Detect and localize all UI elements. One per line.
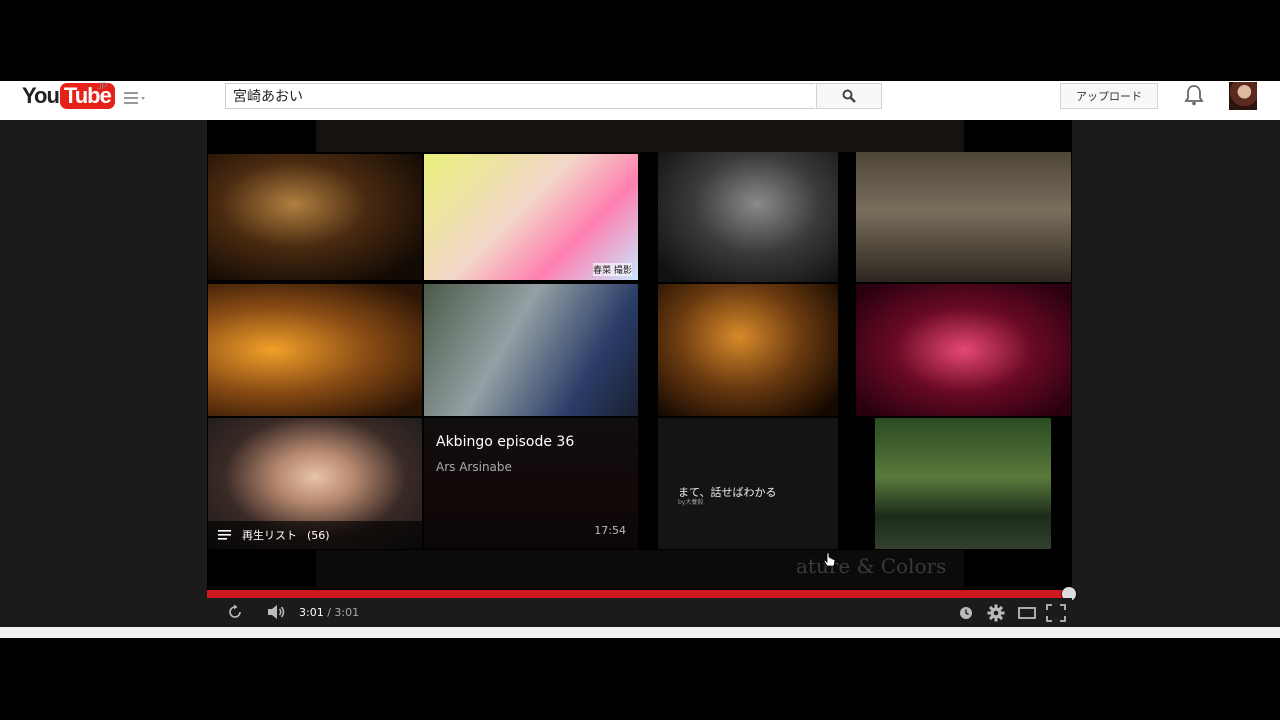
time-separator: / <box>323 606 335 619</box>
masthead: You Tube JP アップロード <box>0 81 1280 121</box>
video-tile-akbingo[interactable]: Akbingo episode 36 Ars Arsinabe 17:54 <box>424 418 638 549</box>
logo-you-text: You <box>22 83 60 108</box>
tile-caption: 春菜 撮影 <box>593 263 632 276</box>
theater-mode-icon[interactable] <box>1018 607 1036 619</box>
video-author[interactable]: Ars Arsinabe <box>436 460 512 474</box>
video-tile[interactable] <box>856 284 1071 416</box>
playlist-label: 再生リスト <box>242 529 297 542</box>
logo-region-label: JP <box>97 81 108 91</box>
video-tile[interactable] <box>875 418 1051 549</box>
video-frame-top-strip <box>316 120 964 152</box>
search-button[interactable] <box>816 83 882 109</box>
hand-cursor-icon <box>823 552 837 574</box>
page-content-strip <box>0 627 1280 638</box>
video-tile[interactable] <box>208 154 422 280</box>
video-title[interactable]: Akbingo episode 36 <box>436 434 574 450</box>
replay-icon[interactable] <box>227 604 243 620</box>
avatar[interactable] <box>1229 82 1257 110</box>
playlist-bar[interactable]: 再生リスト (56) <box>208 521 422 549</box>
watch-later-icon[interactable] <box>959 606 973 620</box>
time-display: 3:01 / 3:01 <box>299 606 359 619</box>
player-controls: 3:01 / 3:01 <box>207 598 1072 627</box>
progress-bar[interactable] <box>207 587 1076 601</box>
video-duration: 17:54 <box>594 524 626 537</box>
video-tile-playlist[interactable]: 再生リスト (56) <box>208 418 422 549</box>
volume-icon[interactable] <box>267 604 287 620</box>
search-icon <box>842 89 856 103</box>
playlist-count: (56) <box>307 528 330 542</box>
playlist-icon <box>218 530 231 540</box>
video-tile[interactable] <box>856 152 1071 282</box>
total-duration: 3:01 <box>334 606 360 619</box>
video-tile[interactable] <box>208 284 422 416</box>
search-input[interactable] <box>225 83 815 109</box>
bell-icon[interactable] <box>1184 84 1204 110</box>
upload-button[interactable]: アップロード <box>1060 83 1158 109</box>
video-frame-bottom-strip: ature & Colors <box>316 550 964 588</box>
video-tile[interactable]: 春菜 撮影 <box>424 154 638 280</box>
video-tile[interactable] <box>658 284 838 416</box>
settings-icon[interactable] <box>987 604 1005 622</box>
video-frame-caption: ature & Colors <box>796 554 947 578</box>
video-tile[interactable] <box>424 284 638 416</box>
progress-played <box>207 590 1069 598</box>
video-player[interactable]: ature & Colors 春菜 撮影 再生リスト (56) Akbingo … <box>207 120 1072 627</box>
video-tile[interactable] <box>658 152 838 282</box>
fullscreen-icon[interactable] <box>1046 604 1066 622</box>
current-time: 3:01 <box>299 606 324 619</box>
video-tile-endcard[interactable]: まて、話せばわかる by大養毅 <box>658 418 838 549</box>
guide-menu-icon[interactable] <box>124 89 150 107</box>
endcard-subtext: by大養毅 <box>678 499 704 506</box>
